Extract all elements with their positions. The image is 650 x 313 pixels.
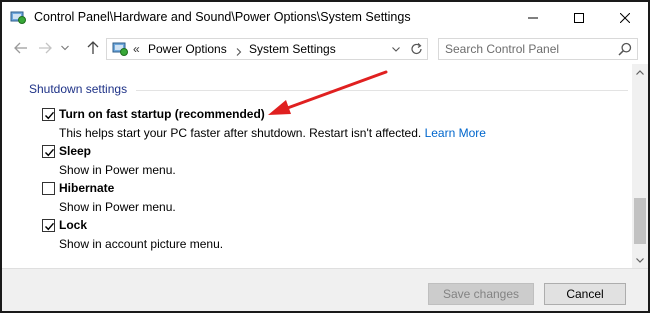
check-icon — [45, 222, 55, 231]
check-icon — [45, 111, 55, 120]
chevron-down-icon — [636, 257, 644, 263]
cancel-button[interactable]: Cancel — [544, 283, 626, 305]
fast-startup-label[interactable]: Turn on fast startup (recommended) — [59, 107, 265, 121]
learn-more-link[interactable]: Learn More — [425, 126, 486, 140]
annotation-arrow — [268, 70, 388, 115]
recent-locations-button[interactable] — [58, 39, 72, 57]
up-button[interactable] — [84, 39, 102, 57]
chevron-down-icon — [392, 47, 400, 52]
minimize-icon — [528, 17, 538, 19]
back-arrow-icon — [14, 42, 27, 54]
up-arrow-icon — [87, 41, 99, 54]
close-icon — [620, 13, 630, 23]
section-title: Shutdown settings — [29, 82, 128, 96]
search-box[interactable] — [438, 38, 638, 60]
address-overflow-indicator[interactable]: « — [133, 42, 140, 56]
minimize-button[interactable] — [510, 2, 556, 34]
lock-description: Show in account picture menu. — [59, 237, 224, 251]
forward-button[interactable] — [36, 39, 54, 57]
sleep-description: Show in Power menu. — [59, 163, 176, 177]
scroll-thumb[interactable] — [634, 198, 646, 244]
chevron-down-icon — [61, 45, 69, 51]
footer-bar: Save changes Cancel — [2, 268, 648, 311]
window-title: Control Panel\Hardware and Sound\Power O… — [34, 10, 411, 24]
search-icon[interactable] — [618, 42, 632, 56]
hibernate-checkbox[interactable] — [42, 182, 55, 195]
close-button[interactable] — [602, 2, 648, 34]
control-panel-icon — [10, 9, 26, 25]
vertical-scrollbar[interactable] — [632, 64, 648, 268]
sleep-label[interactable]: Sleep — [59, 144, 91, 158]
back-button[interactable] — [12, 39, 30, 57]
forward-arrow-icon — [39, 42, 52, 54]
lock-checkbox[interactable] — [42, 219, 55, 232]
scroll-down-button[interactable] — [632, 252, 648, 268]
lock-label[interactable]: Lock — [59, 218, 87, 232]
navigation-bar: « Power Options System Settings — [2, 34, 648, 64]
scroll-up-button[interactable] — [632, 64, 648, 80]
fast-startup-checkbox[interactable] — [42, 108, 55, 121]
breadcrumb-power-options[interactable]: Power Options — [148, 42, 227, 56]
chevron-up-icon — [636, 69, 644, 75]
refresh-icon — [411, 43, 422, 55]
title-bar[interactable]: Control Panel\Hardware and Sound\Power O… — [2, 2, 648, 34]
save-changes-button[interactable]: Save changes — [428, 283, 534, 305]
sleep-checkbox[interactable] — [42, 145, 55, 158]
window: Control Panel\Hardware and Sound\Power O… — [0, 0, 650, 313]
refresh-button[interactable] — [407, 41, 425, 57]
search-input[interactable] — [439, 39, 615, 59]
chevron-right-icon[interactable] — [235, 45, 243, 56]
hibernate-description: Show in Power menu. — [59, 200, 176, 214]
address-bar[interactable]: « Power Options System Settings — [106, 38, 428, 60]
fast-startup-description-text: This helps start your PC faster after sh… — [59, 126, 422, 140]
maximize-button[interactable] — [556, 2, 602, 34]
breadcrumb-system-settings[interactable]: System Settings — [249, 42, 336, 56]
fast-startup-description: This helps start your PC faster after sh… — [59, 126, 486, 140]
check-icon — [45, 148, 55, 157]
address-history-button[interactable] — [389, 42, 403, 56]
control-panel-icon — [112, 41, 130, 57]
hibernate-label[interactable]: Hibernate — [59, 181, 114, 195]
maximize-icon — [574, 13, 584, 23]
